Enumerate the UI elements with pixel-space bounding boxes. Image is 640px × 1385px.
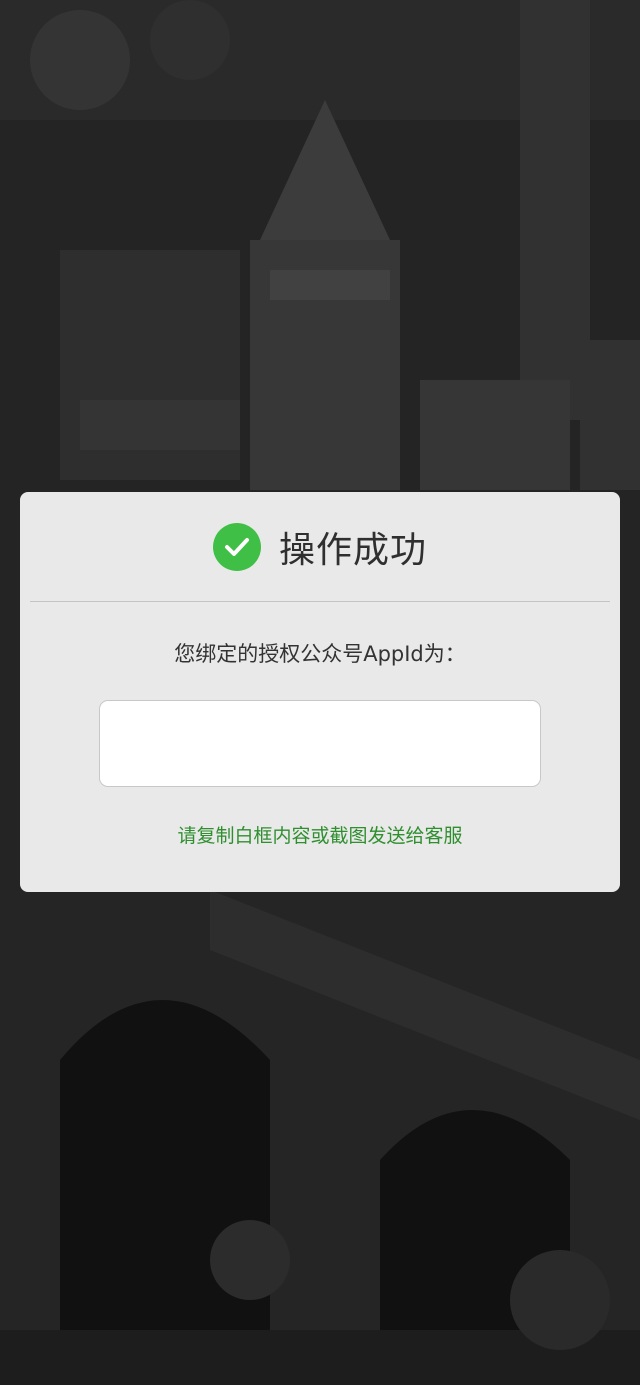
check-circle-icon xyxy=(212,522,261,571)
screen: 操作成功 您绑定的授权公众号AppId为： 请复制白框内容或截图发送给客服 xyxy=(0,0,640,1385)
success-dialog: 操作成功 您绑定的授权公众号AppId为： 请复制白框内容或截图发送给客服 xyxy=(20,492,620,892)
dialog-divider xyxy=(30,601,610,602)
copy-hint-text: 请复制白框内容或截图发送给客服 xyxy=(177,825,463,847)
dialog-header: 操作成功 xyxy=(20,492,620,601)
appid-label: 您绑定的授权公众号AppId为： xyxy=(174,642,466,666)
dialog-title: 操作成功 xyxy=(278,529,427,571)
appid-value-box[interactable] xyxy=(99,700,541,787)
